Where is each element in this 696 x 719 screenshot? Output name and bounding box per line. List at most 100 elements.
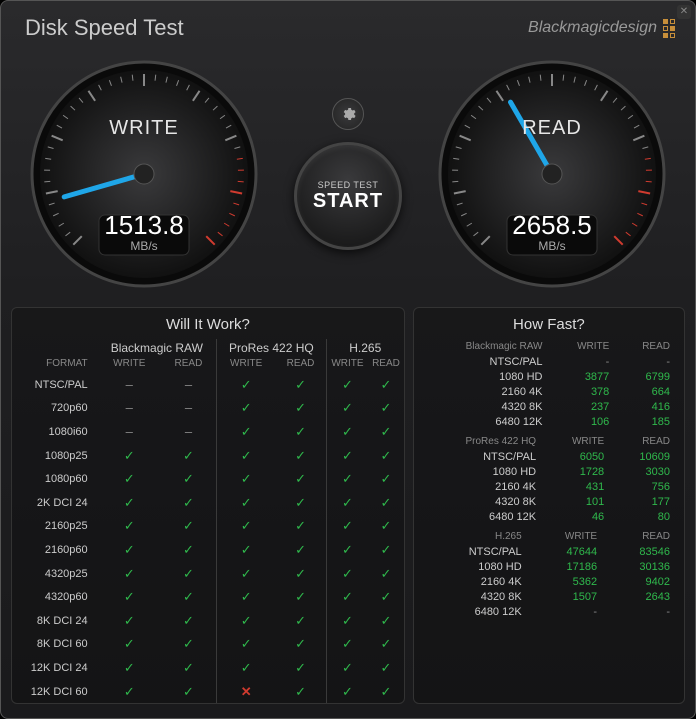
codec-header: H.265 xyxy=(422,529,530,544)
write-value: 101 xyxy=(544,494,612,509)
table-row: 4320p25✓✓✓✓✓✓ xyxy=(12,562,404,586)
header: Disk Speed Test Blackmagicdesign xyxy=(1,1,695,51)
read-value: - xyxy=(617,354,678,369)
table-row: NTSC/PAL 47644 83546 xyxy=(422,544,678,559)
how-fast-panel: How Fast? Blackmagic RAW WRITE READ NTSC… xyxy=(413,307,685,704)
start-button[interactable]: SPEED TEST START xyxy=(294,142,402,250)
close-button[interactable]: ✕ xyxy=(677,5,691,19)
status-cell: ✓ xyxy=(368,656,404,680)
write-value: 46 xyxy=(544,509,612,524)
read-value: 177 xyxy=(612,494,678,509)
write-gauge-readout: 1513.8 MB/s xyxy=(27,210,261,253)
format-cell: 12K DCI 24 xyxy=(12,656,98,680)
status-cell: ✓ xyxy=(216,609,275,633)
status-cell: ✕ xyxy=(216,680,275,704)
how-fast-section: H.265 WRITE READ NTSC/PAL 47644 83546 10… xyxy=(414,529,684,624)
format-cell: 12K DCI 60 xyxy=(12,680,98,704)
status-cell: ✓ xyxy=(368,680,404,704)
status-cell: ✓ xyxy=(326,397,368,421)
format-header: FORMAT xyxy=(12,356,98,373)
write-value: 47644 xyxy=(530,544,605,559)
write-value: 106 xyxy=(550,414,617,429)
resolution-cell: 1080 HD xyxy=(422,464,544,479)
status-cell: ✓ xyxy=(98,680,161,704)
table-row: 6480 12K 106 185 xyxy=(422,414,678,429)
status-cell: ✓ xyxy=(368,562,404,586)
read-value: 6799 xyxy=(617,369,678,384)
status-cell: ✓ xyxy=(98,515,161,539)
status-cell: ✓ xyxy=(368,633,404,657)
table-row: NTSC/PAL - - xyxy=(422,354,678,369)
write-value: 431 xyxy=(544,479,612,494)
settings-button[interactable] xyxy=(332,98,364,130)
write-value: 17186 xyxy=(530,559,605,574)
how-fast-table: Blackmagic RAW WRITE READ NTSC/PAL - - 1… xyxy=(422,339,678,429)
status-cell: ✓ xyxy=(368,585,404,609)
status-cell: – xyxy=(161,373,217,397)
table-row: NTSC/PAL––✓✓✓✓ xyxy=(12,373,404,397)
status-cell: ✓ xyxy=(216,444,275,468)
read-value: 10609 xyxy=(612,449,678,464)
status-cell: ✓ xyxy=(326,538,368,562)
status-cell: ✓ xyxy=(161,515,217,539)
status-cell: ✓ xyxy=(368,609,404,633)
status-cell: ✓ xyxy=(161,562,217,586)
status-cell: ✓ xyxy=(275,538,326,562)
status-cell: ✓ xyxy=(275,373,326,397)
status-cell: ✓ xyxy=(161,444,217,468)
start-button-subtitle: SPEED TEST xyxy=(318,180,379,190)
status-cell: ✓ xyxy=(98,562,161,586)
will-it-work-panel: Will It Work? Blackmagic RAW ProRes 422 … xyxy=(11,307,405,704)
status-cell: ✓ xyxy=(98,609,161,633)
resolution-cell: 2160 4K xyxy=(422,574,530,589)
read-value: 83546 xyxy=(605,544,678,559)
status-cell: ✓ xyxy=(368,373,404,397)
write-gauge: WRITE 1513.8 MB/s xyxy=(27,57,261,291)
write-value: 6050 xyxy=(544,449,612,464)
status-cell: ✓ xyxy=(98,467,161,491)
read-value: 3030 xyxy=(612,464,678,479)
table-row: 720p60––✓✓✓✓ xyxy=(12,397,404,421)
resolution-cell: 4320 8K xyxy=(422,399,551,414)
status-cell: ✓ xyxy=(161,633,217,657)
format-cell: 1080p25 xyxy=(12,444,98,468)
gauge-dial-icon xyxy=(27,57,261,291)
status-cell: ✓ xyxy=(98,633,161,657)
format-cell: 1080i60 xyxy=(12,420,98,444)
table-row: 4320p60✓✓✓✓✓✓ xyxy=(12,585,404,609)
codec-header: Blackmagic RAW xyxy=(422,339,551,354)
resolution-cell: 1080 HD xyxy=(422,559,530,574)
status-cell: ✓ xyxy=(161,680,217,704)
table-row: 1080i60––✓✓✓✓ xyxy=(12,420,404,444)
read-value: 664 xyxy=(617,384,678,399)
table-row: 8K DCI 24✓✓✓✓✓✓ xyxy=(12,609,404,633)
status-cell: ✓ xyxy=(216,538,275,562)
status-cell: ✓ xyxy=(368,420,404,444)
brand-text: Blackmagicdesign xyxy=(528,19,657,37)
status-cell: ✓ xyxy=(326,420,368,444)
write-gauge-unit: MB/s xyxy=(27,239,261,253)
codec-header: ProRes 422 HQ xyxy=(422,434,544,449)
table-row: 4320 8K 101 177 xyxy=(422,494,678,509)
write-gauge-value: 1513.8 xyxy=(27,210,261,241)
read-value: 185 xyxy=(617,414,678,429)
start-button-label: START xyxy=(313,190,383,213)
codec-header: H.265 xyxy=(326,339,404,356)
status-cell: ✓ xyxy=(161,538,217,562)
table-row: 12K DCI 24✓✓✓✓✓✓ xyxy=(12,656,404,680)
table-row: 1080p60✓✓✓✓✓✓ xyxy=(12,467,404,491)
table-row: 2160p25✓✓✓✓✓✓ xyxy=(12,515,404,539)
status-cell: ✓ xyxy=(98,656,161,680)
format-cell: 1080p60 xyxy=(12,467,98,491)
status-cell: ✓ xyxy=(326,609,368,633)
resolution-cell: NTSC/PAL xyxy=(422,449,544,464)
how-fast-section: ProRes 422 HQ WRITE READ NTSC/PAL 6050 1… xyxy=(414,434,684,529)
status-cell: ✓ xyxy=(275,585,326,609)
format-cell: 2160p60 xyxy=(12,538,98,562)
status-cell: ✓ xyxy=(326,585,368,609)
app-window: ✕ Disk Speed Test Blackmagicdesign xyxy=(0,0,696,719)
status-cell: ✓ xyxy=(216,585,275,609)
status-cell: ✓ xyxy=(275,609,326,633)
resolution-cell: 6480 12K xyxy=(422,604,530,619)
resolution-cell: 4320 8K xyxy=(422,494,544,509)
